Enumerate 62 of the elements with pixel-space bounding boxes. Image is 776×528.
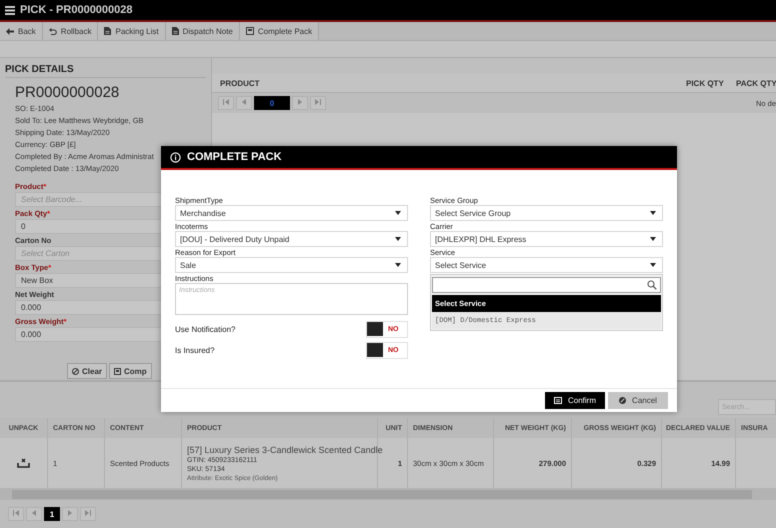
dialog-button[interactable]: Cancel (608, 392, 668, 409)
cancel-circle-icon (619, 397, 626, 404)
dropdown[interactable]: Select Service Group (430, 205, 663, 221)
toggle-label: Is Insured? (175, 346, 215, 354)
section-heading: PICK DETAILS (5, 64, 206, 78)
column-header: PRODUCT (219, 78, 261, 88)
dialog-title: COMPLETE PACK (187, 151, 282, 163)
first-page-icon (223, 99, 229, 105)
previous-page-button[interactable] (26, 507, 42, 521)
dropdown[interactable]: [DHLEXPR] DHL Express (430, 231, 663, 247)
caret-down-icon (650, 211, 656, 215)
first-page-icon (13, 510, 19, 516)
form-button[interactable]: Clear (67, 363, 108, 379)
page-number[interactable]: 0 (254, 96, 290, 110)
dropdown[interactable]: [DOU] - Delivered Duty Unpaid (175, 231, 408, 247)
dropdown[interactable]: Merchandise (175, 205, 408, 221)
previous-page-button[interactable] (236, 96, 252, 110)
dialog-button[interactable]: Confirm (545, 392, 605, 409)
page-number[interactable]: 1 (44, 507, 60, 521)
last-page-button[interactable] (80, 507, 96, 521)
next-page-icon (298, 99, 302, 105)
arrow-left-icon (6, 28, 14, 34)
dropdown-search-field[interactable] (432, 277, 661, 293)
document-icon (172, 27, 179, 35)
dropdown[interactable]: Sale (175, 257, 408, 273)
menu-icon[interactable] (5, 6, 15, 14)
last-page-icon (315, 99, 321, 105)
previous-page-icon (32, 510, 36, 516)
first-page-button[interactable] (8, 507, 24, 521)
window-title: PICK - PR0000000028 (20, 4, 133, 16)
caret-down-icon (395, 237, 401, 241)
column-header: PICK QTY (686, 78, 725, 88)
document-icon (104, 27, 112, 35)
next-page-button[interactable] (292, 96, 308, 110)
box-icon (114, 368, 122, 374)
product-name: [57] Luxury Series 3-Candlewick Scented Candle (187, 444, 383, 454)
box-icon (246, 27, 254, 35)
next-page-button[interactable] (62, 507, 78, 521)
unpack-icon[interactable] (17, 458, 30, 468)
last-page-button[interactable] (310, 96, 326, 110)
next-page-icon (68, 510, 72, 516)
last-page-icon (85, 510, 91, 516)
checklist-icon (554, 397, 562, 404)
toolbar-button[interactable]: Back (0, 22, 43, 40)
info-icon (170, 152, 181, 162)
caret-down-icon (650, 263, 656, 267)
caret-down-icon (395, 263, 401, 267)
search-icon (647, 280, 657, 290)
toolbar-button[interactable]: Complete Pack (240, 22, 320, 40)
undo-icon (48, 28, 57, 34)
cancel-circle-icon (72, 368, 79, 374)
horizontal-scrollbar[interactable] (0, 488, 776, 500)
previous-page-icon (242, 99, 246, 105)
caret-down-icon (395, 211, 401, 215)
toolbar-button[interactable]: Dispatch Note (166, 22, 240, 40)
pick-number: PR0000000028 (15, 84, 120, 101)
dropdown[interactable]: Select Service (430, 257, 663, 273)
first-page-button[interactable] (218, 96, 234, 110)
toolbar-button[interactable]: Packing List (98, 22, 166, 40)
caret-down-icon (650, 237, 656, 241)
toolbar-button[interactable]: Rollback (42, 22, 98, 40)
form-button[interactable]: Comp (109, 363, 152, 379)
